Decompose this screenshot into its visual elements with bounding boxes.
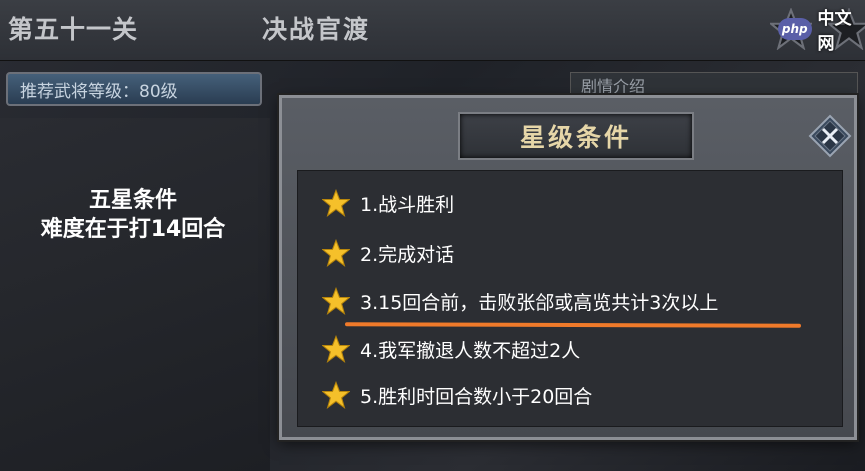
recommended-level-badge: 推荐武将等级：80级 [6,72,262,106]
close-icon[interactable] [808,114,852,158]
recommended-level-text: 推荐武将等级：80级 [20,81,178,102]
condition-item: 2.完成对话 [322,237,454,269]
star-icon [322,287,350,315]
watermark-text: 中文网 [817,9,852,54]
condition-text: 3.15回合前，击败张郃或高览共计3次以上 [360,291,719,314]
highlight-underline [344,322,802,328]
watermark-logo: php [778,18,812,40]
condition-text: 2.完成对话 [360,243,455,266]
star-icon [322,335,350,363]
condition-text: 1.战斗胜利 [360,193,455,216]
note-detail: 难度在于打14回合 [40,217,226,242]
dialog-title: 星级条件 [519,123,632,152]
watermark: php 中文网 [778,4,865,54]
star-icon [322,189,350,217]
dialog-title-plate: 星级条件 [458,112,694,160]
top-bar: 第五十一关 决战官渡 php 中文网 [0,0,865,61]
five-star-note: 五星条件 难度在于打14回合 [0,186,266,244]
condition-item: 1.战斗胜利 [322,187,454,219]
note-title: 五星条件 [88,188,177,213]
left-panel [0,118,270,471]
condition-item: 3.15回合前，击败张郃或高览共计3次以上 [322,285,718,317]
battle-name: 决战官渡 [262,15,371,44]
condition-text: 4.我军撤退人数不超过2人 [360,339,581,362]
star-conditions-dialog: 星级条件 1.战斗胜利 2.完成对话 3.15回合前，击败张郃或高览共计3次以上 [279,95,857,440]
condition-item: 5.胜利时回合数小于20回合 [322,379,592,411]
level-name: 第五十一关 [8,15,139,44]
condition-text: 5.胜利时回合数小于20回合 [360,385,593,408]
star-icon [322,381,350,409]
star-icon [322,239,350,267]
conditions-list: 1.战斗胜利 2.完成对话 3.15回合前，击败张郃或高览共计3次以上 4.我军… [297,170,843,427]
condition-item: 4.我军撤退人数不超过2人 [322,333,580,365]
